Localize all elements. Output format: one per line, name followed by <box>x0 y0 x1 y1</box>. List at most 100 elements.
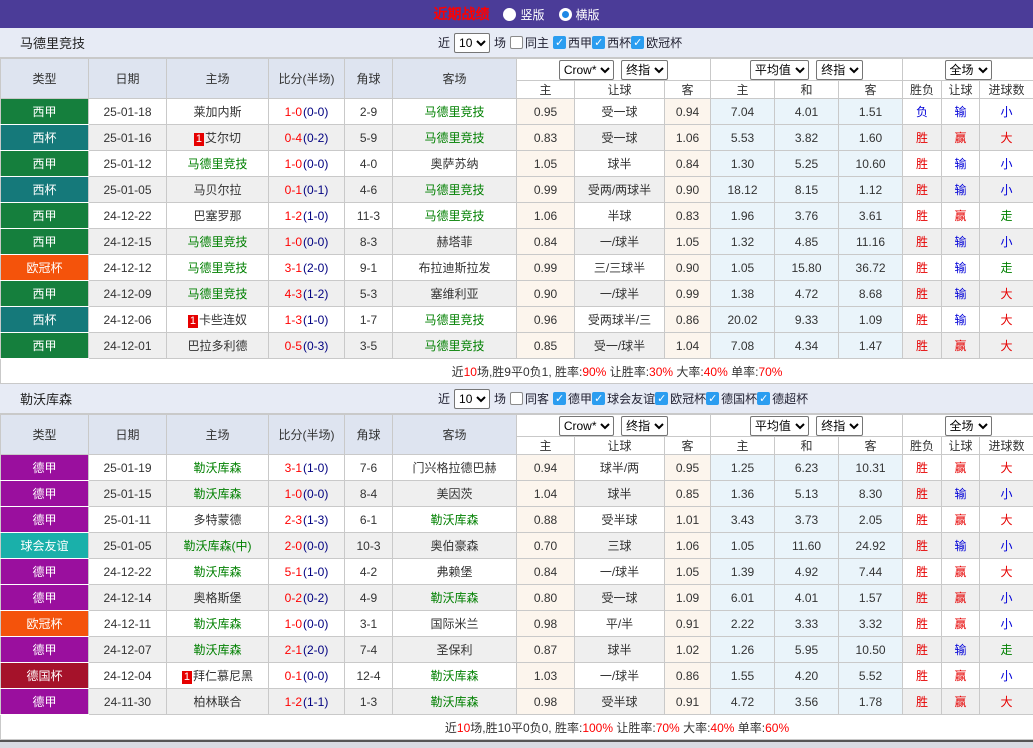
away-team-name: 赫塔菲 <box>436 235 472 249</box>
layout-horizontal-option[interactable]: 横版 <box>559 6 600 23</box>
away-team: 马德里竞技 <box>393 177 517 203</box>
match-count-select[interactable]: 10 <box>454 33 490 53</box>
league-filter-option[interactable]: 欧冠杯 <box>631 34 682 51</box>
avg-draw-odds: 3.76 <box>775 203 839 229</box>
home-team-name: 勒沃库森 <box>193 565 241 579</box>
match-date: 24-12-07 <box>89 637 167 663</box>
league-checkbox[interactable] <box>553 392 566 405</box>
avg-draw-odds: 3.73 <box>775 507 839 533</box>
avg-away-odds: 5.52 <box>839 663 903 689</box>
corner-count: 4-9 <box>345 585 393 611</box>
home-team-name: 莱加内斯 <box>193 105 241 119</box>
away-team: 赫塔菲 <box>393 229 517 255</box>
goals-mark: 走 <box>980 637 1033 663</box>
league-checkbox[interactable] <box>631 36 644 49</box>
same-venue-option[interactable]: 同客 <box>510 390 549 407</box>
result-mark: 胜 <box>903 203 942 229</box>
horizontal-radio-icon[interactable] <box>559 8 572 21</box>
away-odds: 0.91 <box>665 689 711 715</box>
handicap-line: 半球 <box>575 203 665 229</box>
fulltime-score: 0-1 <box>285 183 302 197</box>
final-odds-select[interactable]: 终指 <box>621 60 668 80</box>
crow-odds-select[interactable]: Crow* <box>559 60 614 80</box>
final-odds-select[interactable]: 终指 <box>621 416 668 436</box>
handicap-line: 受一球 <box>575 99 665 125</box>
league-filter-option[interactable]: 西甲 <box>553 34 592 51</box>
league-checkbox[interactable] <box>553 36 566 49</box>
same-venue-option[interactable]: 同主 <box>510 34 549 51</box>
asian-handicap-mark: 赢 <box>942 507 980 533</box>
match-date: 24-12-22 <box>89 203 167 229</box>
match-score: 1-3(1-0) <box>269 307 345 333</box>
avg-home-odds: 5.53 <box>711 125 775 151</box>
avg-home-odds: 2.22 <box>711 611 775 637</box>
home-team: 勒沃库森 <box>167 559 269 585</box>
corner-count: 4-0 <box>345 151 393 177</box>
home-team-name: 艾尔切 <box>205 131 241 145</box>
asian-handicap-mark: 赢 <box>942 125 980 151</box>
league-filter-option[interactable]: 德甲 <box>553 390 592 407</box>
league-filter-option[interactable]: 球会友谊 <box>592 390 655 407</box>
halftime-score: (2-0) <box>303 643 328 657</box>
vertical-radio-icon[interactable] <box>503 8 516 21</box>
home-team-name: 勒沃库森(中) <box>184 539 252 553</box>
goals-mark: 小 <box>980 177 1033 203</box>
average-odds-select[interactable]: 平均值 <box>750 416 809 436</box>
same-venue-checkbox[interactable] <box>510 392 523 405</box>
full-match-select[interactable]: 全场 <box>945 60 992 80</box>
fulltime-score: 0-4 <box>285 131 302 145</box>
away-team: 马德里竞技 <box>393 125 517 151</box>
away-odds: 0.86 <box>665 663 711 689</box>
corner-count: 4-2 <box>345 559 393 585</box>
match-row: 德甲24-11-30柏林联合1-2(1-1)1-3勒沃库森0.98受半球0.91… <box>1 689 1033 715</box>
league-filter-option[interactable]: 德国杯 <box>706 390 757 407</box>
summary-segment: 30% <box>649 365 673 379</box>
crow-odds-select[interactable]: Crow* <box>559 416 614 436</box>
asian-handicap-mark: 输 <box>942 255 980 281</box>
full-match-select[interactable]: 全场 <box>945 416 992 436</box>
asian-handicap-mark: 输 <box>942 533 980 559</box>
asian-handicap-mark: 赢 <box>942 455 980 481</box>
away-team-name: 勒沃库森 <box>430 695 478 709</box>
away-odds: 0.90 <box>665 255 711 281</box>
home-odds: 0.90 <box>517 281 575 307</box>
league-badge: 德甲 <box>1 689 89 715</box>
league-badge: 西甲 <box>1 281 89 307</box>
summary-segment: 近 <box>445 721 457 735</box>
avg-draw-odds: 4.01 <box>775 99 839 125</box>
result-mark: 胜 <box>903 559 942 585</box>
layout-vertical-option[interactable]: 竖版 <box>503 6 544 23</box>
league-badge: 西杯 <box>1 125 89 151</box>
league-checkbox[interactable] <box>706 392 719 405</box>
handicap-line: 受两球半/三 <box>575 307 665 333</box>
league-checkbox[interactable] <box>655 392 668 405</box>
fulltime-score: 2-1 <box>285 643 302 657</box>
away-team: 布拉迪斯拉发 <box>393 255 517 281</box>
league-checkbox[interactable] <box>757 392 770 405</box>
league-filter-option[interactable]: 欧冠杯 <box>655 390 706 407</box>
league-filter-option[interactable]: 西杯 <box>592 34 631 51</box>
league-checkbox[interactable] <box>592 36 605 49</box>
handicap-line: 一/球半 <box>575 281 665 307</box>
match-date: 24-12-06 <box>89 307 167 333</box>
avg-away-odds: 2.05 <box>839 507 903 533</box>
away-team-name: 弗赖堡 <box>436 565 472 579</box>
league-badge: 西甲 <box>1 99 89 125</box>
avg-home-odds: 1.30 <box>711 151 775 177</box>
final-avg-select[interactable]: 终指 <box>816 416 863 436</box>
handicap-line: 球半 <box>575 481 665 507</box>
halftime-score: (1-1) <box>303 695 328 709</box>
match-count-select[interactable]: 10 <box>454 389 490 409</box>
corner-count: 8-3 <box>345 229 393 255</box>
final-avg-select[interactable]: 终指 <box>816 60 863 80</box>
same-venue-checkbox[interactable] <box>510 36 523 49</box>
summary-segment: 让胜率: <box>606 365 649 379</box>
asian-handicap-mark: 赢 <box>942 611 980 637</box>
league-checkbox[interactable] <box>592 392 605 405</box>
avg-home-odds: 1.05 <box>711 255 775 281</box>
league-filter-option[interactable]: 德超杯 <box>757 390 808 407</box>
match-score: 0-4(0-2) <box>269 125 345 151</box>
home-team: 马德里竞技 <box>167 281 269 307</box>
away-odds: 1.06 <box>665 125 711 151</box>
average-odds-select[interactable]: 平均值 <box>750 60 809 80</box>
